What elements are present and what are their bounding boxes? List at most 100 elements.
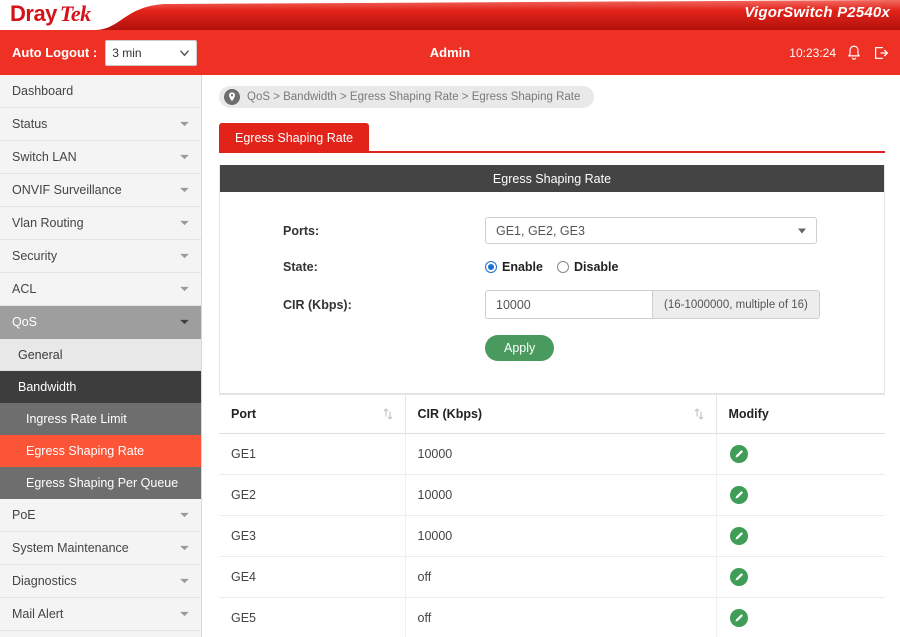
egress-shaping-rate-panel: Egress Shaping Rate Ports: GE1, GE2, GE3… xyxy=(219,165,885,395)
sidebar-item-bandwidth[interactable]: Bandwidth xyxy=(0,371,201,403)
auto-logout-select[interactable]: 3 min xyxy=(105,39,198,66)
chevron-down-icon xyxy=(180,121,189,127)
breadcrumb-text: QoS > Bandwidth > Egress Shaping Rate > … xyxy=(247,91,581,103)
chevron-down-icon xyxy=(180,49,190,56)
chevron-down-icon xyxy=(180,319,189,325)
state-disable-option[interactable]: Disable xyxy=(557,260,618,274)
cell-cir: 10000 xyxy=(405,433,717,475)
clock-time: 10:23:24 xyxy=(789,45,836,60)
draytek-logo: Dray Tek xyxy=(10,1,91,27)
sidebar-item-label: PoE xyxy=(12,508,36,522)
sidebar-item-dashboard[interactable]: Dashboard xyxy=(0,75,201,108)
breadcrumb: QoS > Bandwidth > Egress Shaping Rate > … xyxy=(219,86,595,108)
sidebar-item-mail-alert[interactable]: Mail Alert xyxy=(0,598,201,631)
sidebar-item-security[interactable]: Security xyxy=(0,240,201,273)
sidebar-item-diagnostics[interactable]: Diagnostics xyxy=(0,565,201,598)
logout-icon[interactable] xyxy=(872,44,890,62)
cir-row: CIR (Kbps): 10000 (16-1000000, multiple … xyxy=(220,290,884,319)
cell-modify xyxy=(716,556,885,598)
tab-label: Egress Shaping Rate xyxy=(235,131,354,145)
tab-egress-shaping-rate[interactable]: Egress Shaping Rate xyxy=(219,123,370,153)
cell-modify xyxy=(716,597,885,637)
sort-toggle-icon[interactable] xyxy=(383,408,393,420)
state-disable-label: Disable xyxy=(574,260,619,274)
section-divider xyxy=(220,393,884,394)
sidebar-item-vlan-routing[interactable]: Vlan Routing xyxy=(0,207,201,240)
sidebar-item-egress-shaping-rate[interactable]: Egress Shaping Rate xyxy=(0,435,201,467)
ports-label: Ports: xyxy=(283,223,320,238)
state-radio-group: Enable Disable xyxy=(485,260,618,274)
sidebar-item-label: Egress Shaping Per Queue xyxy=(26,476,179,490)
cell-modify xyxy=(716,433,885,475)
sidebar-item-label: System Maintenance xyxy=(12,541,129,555)
sidebar-item-system-maintenance[interactable]: System Maintenance xyxy=(0,532,201,565)
cell-modify xyxy=(716,474,885,516)
cell-cir: off xyxy=(405,556,717,598)
cell-port: GE2 xyxy=(219,474,406,516)
sidebar-item-label: Switch LAN xyxy=(12,150,77,164)
ports-row: Ports: GE1, GE2, GE3 xyxy=(220,217,884,244)
cell-port: GE5 xyxy=(219,597,406,637)
sidebar-item-egress-shaping-per-queue[interactable]: Egress Shaping Per Queue xyxy=(0,467,201,499)
logo-dray-text: Dray xyxy=(10,1,57,26)
state-label: State: xyxy=(283,260,318,274)
sidebar-item-switch-lan[interactable]: Switch LAN xyxy=(0,141,201,174)
sidebar-item-poe[interactable]: PoE xyxy=(0,499,201,532)
egress-shaping-rate-table: Port CIR (Kbps) Modify GE1 10000 GE2 100… xyxy=(219,395,885,637)
edit-pencil-icon[interactable] xyxy=(729,567,749,587)
edit-pencil-icon[interactable] xyxy=(729,485,749,505)
auto-logout-label: Auto Logout : xyxy=(12,45,98,60)
column-header-port[interactable]: Port xyxy=(219,395,406,434)
column-header-cir[interactable]: CIR (Kbps) xyxy=(405,395,717,434)
bell-icon[interactable] xyxy=(845,44,863,62)
edit-pencil-icon[interactable] xyxy=(729,444,749,464)
device-model-name: VigorSwitch P2540x xyxy=(744,4,890,21)
brand-header: Dray Tek VigorSwitch P2540x xyxy=(0,0,900,30)
column-header-modify: Modify xyxy=(716,395,885,434)
sidebar-item-label: ONVIF Surveillance xyxy=(12,183,122,197)
ports-select[interactable]: GE1, GE2, GE3 xyxy=(485,217,817,244)
sidebar-item-acl[interactable]: ACL xyxy=(0,273,201,306)
chevron-down-icon xyxy=(180,611,189,617)
tab-bar: Egress Shaping Rate xyxy=(219,123,900,153)
sidebar-item-qos[interactable]: QoS xyxy=(0,306,201,339)
apply-row: Apply xyxy=(220,335,884,361)
ports-select-value: GE1, GE2, GE3 xyxy=(496,223,585,238)
chevron-down-icon xyxy=(180,545,189,551)
sidebar-item-label: Status xyxy=(12,117,48,131)
table-body: GE1 10000 GE2 10000 GE3 10000 GE4 off GE… xyxy=(219,433,885,637)
state-disable-radio[interactable] xyxy=(557,261,569,273)
state-enable-option[interactable]: Enable xyxy=(485,260,543,274)
apply-button[interactable]: Apply xyxy=(485,335,555,361)
edit-pencil-icon[interactable] xyxy=(729,608,749,628)
sidebar-navigation: Dashboard Status Switch LAN ONVIF Survei… xyxy=(0,75,202,637)
cir-label: CIR (Kbps): xyxy=(283,297,352,312)
sidebar-item-status[interactable]: Status xyxy=(0,108,201,141)
sidebar-item-ingress-rate-limit[interactable]: Ingress Rate Limit xyxy=(0,403,201,435)
cell-cir: off xyxy=(405,597,717,637)
cell-port: GE3 xyxy=(219,515,406,557)
state-enable-radio[interactable] xyxy=(485,261,497,273)
chevron-down-icon xyxy=(180,154,189,160)
cell-cir: 10000 xyxy=(405,515,717,557)
edit-pencil-icon[interactable] xyxy=(729,526,749,546)
main-content: QoS > Bandwidth > Egress Shaping Rate > … xyxy=(202,75,900,637)
auto-logout-value: 3 min xyxy=(112,45,142,60)
chevron-down-icon xyxy=(180,512,189,518)
sidebar-item-label: Ingress Rate Limit xyxy=(26,412,127,426)
sidebar-item-onvif-surveillance[interactable]: ONVIF Surveillance xyxy=(0,174,201,207)
cir-field-group: 10000 (16-1000000, multiple of 16) xyxy=(485,290,820,319)
sort-toggle-icon[interactable] xyxy=(694,408,704,420)
location-pin-icon xyxy=(224,89,240,105)
cir-input[interactable]: 10000 xyxy=(485,290,652,319)
cir-range-hint: (16-1000000, multiple of 16) xyxy=(652,290,820,319)
sidebar-item-general[interactable]: General xyxy=(0,339,201,371)
column-header-label: Modify xyxy=(728,407,769,421)
table-row: GE2 10000 xyxy=(219,474,885,516)
cell-port: GE1 xyxy=(219,433,406,475)
table-row: GE5 off xyxy=(219,597,885,637)
chevron-down-icon xyxy=(180,286,189,292)
column-header-label: CIR (Kbps) xyxy=(417,407,483,421)
sidebar-item-label: Security xyxy=(12,249,58,263)
chevron-down-icon xyxy=(798,228,806,233)
